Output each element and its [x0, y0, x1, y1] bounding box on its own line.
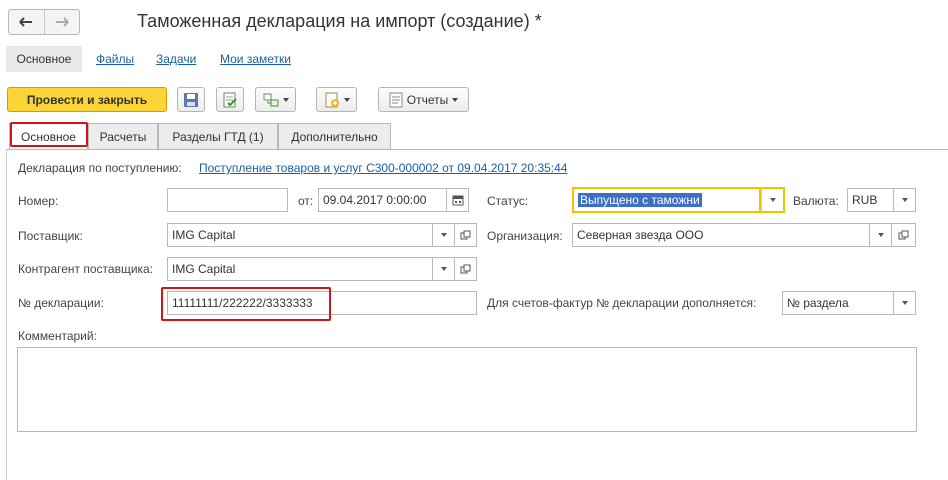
chevron-down-icon — [440, 267, 447, 271]
reports-label: Отчеты — [406, 92, 449, 107]
chevron-down-icon — [452, 97, 459, 102]
number-label: Номер: — [18, 194, 59, 208]
tab-additional[interactable]: Дополнительно — [278, 123, 391, 149]
counterparty-dropdown[interactable] — [433, 257, 455, 281]
chevron-down-icon — [877, 233, 884, 237]
basis-label: Декларация по поступлению: — [18, 161, 182, 175]
open-icon — [898, 230, 909, 239]
tab-calculations[interactable]: Расчеты — [88, 123, 158, 149]
invoice-suffix-dropdown[interactable] — [894, 291, 916, 315]
currency-field[interactable]: RUB — [847, 188, 894, 212]
chevron-down-icon — [440, 233, 447, 237]
section-notes-link[interactable]: Мои заметки — [220, 52, 291, 66]
save-icon — [184, 92, 198, 107]
create-based-button[interactable] — [316, 87, 357, 112]
date-field[interactable]: 09.04.2017 0:00:00 — [318, 188, 447, 212]
reports-icon — [389, 92, 403, 107]
organization-field[interactable]: Северная звезда ООО — [572, 223, 870, 247]
number-field[interactable] — [167, 188, 288, 212]
invoice-suffix-field[interactable]: № раздела — [782, 291, 894, 315]
status-value: Выпущено с таможни — [578, 193, 702, 207]
back-arrow-icon — [19, 17, 33, 27]
calendar-button[interactable] — [447, 188, 469, 212]
counterparty-field[interactable]: IMG Capital — [167, 257, 433, 281]
structure-icon — [263, 93, 278, 106]
supplier-open-button[interactable] — [455, 223, 477, 247]
supplier-dropdown[interactable] — [433, 223, 455, 247]
chevron-down-icon — [769, 198, 776, 202]
organization-label: Организация: — [487, 229, 563, 243]
date-label: от: — [298, 194, 314, 208]
chevron-down-icon — [282, 97, 289, 102]
history-nav — [8, 9, 80, 35]
forward-arrow-icon — [55, 17, 69, 27]
currency-dropdown[interactable] — [894, 188, 916, 212]
reports-button[interactable]: Отчеты — [378, 87, 469, 112]
tab-gtd-sections-label: Разделы ГТД (1) — [172, 129, 264, 144]
status-field[interactable]: Выпущено с таможни — [572, 187, 761, 213]
form-border — [6, 149, 7, 480]
tab-calculations-label: Расчеты — [99, 129, 147, 144]
tab-highlight — [10, 122, 88, 147]
organization-open-button[interactable] — [892, 223, 916, 247]
save-button[interactable] — [177, 87, 205, 112]
chevron-down-icon — [901, 198, 908, 202]
comment-textarea[interactable] — [17, 347, 917, 432]
declaration-number-highlight — [161, 287, 331, 321]
supplier-field[interactable]: IMG Capital — [167, 223, 433, 247]
create-based-icon — [325, 92, 339, 107]
comment-label: Комментарий: — [18, 329, 97, 343]
declaration-number-label: № декларации: — [18, 296, 104, 310]
organization-dropdown[interactable] — [870, 223, 892, 247]
structure-button[interactable] — [255, 87, 296, 112]
supplier-label: Поставщик: — [18, 229, 83, 243]
back-button[interactable] — [9, 10, 44, 34]
open-icon — [460, 264, 471, 273]
section-tasks-link[interactable]: Задачи — [156, 52, 196, 66]
calendar-icon — [452, 195, 463, 206]
forward-button[interactable] — [43, 10, 80, 34]
chevron-down-icon — [343, 97, 350, 102]
tab-divider — [7, 149, 948, 150]
status-dropdown[interactable] — [761, 187, 785, 213]
invoice-suffix-label: Для счетов-фактур № декларации дополняет… — [487, 296, 757, 310]
open-icon — [460, 230, 471, 239]
post-button[interactable] — [216, 87, 244, 112]
currency-label: Валюта: — [793, 194, 839, 208]
basis-document-link[interactable]: Поступление товаров и услуг С300-000002 … — [199, 161, 567, 175]
section-files-link[interactable]: Файлы — [96, 52, 134, 66]
counterparty-label: Контрагент поставщика: — [18, 262, 154, 276]
status-label: Статус: — [487, 194, 529, 208]
page-title: Таможенная декларация на импорт (создани… — [137, 11, 542, 31]
counterparty-open-button[interactable] — [455, 257, 477, 281]
tab-additional-label: Дополнительно — [291, 129, 378, 144]
post-icon — [223, 92, 237, 107]
section-main[interactable]: Основное — [6, 46, 82, 72]
post-and-close-button[interactable]: Провести и закрыть — [7, 87, 167, 112]
chevron-down-icon — [901, 301, 908, 305]
tab-gtd-sections[interactable]: Разделы ГТД (1) — [158, 123, 278, 149]
